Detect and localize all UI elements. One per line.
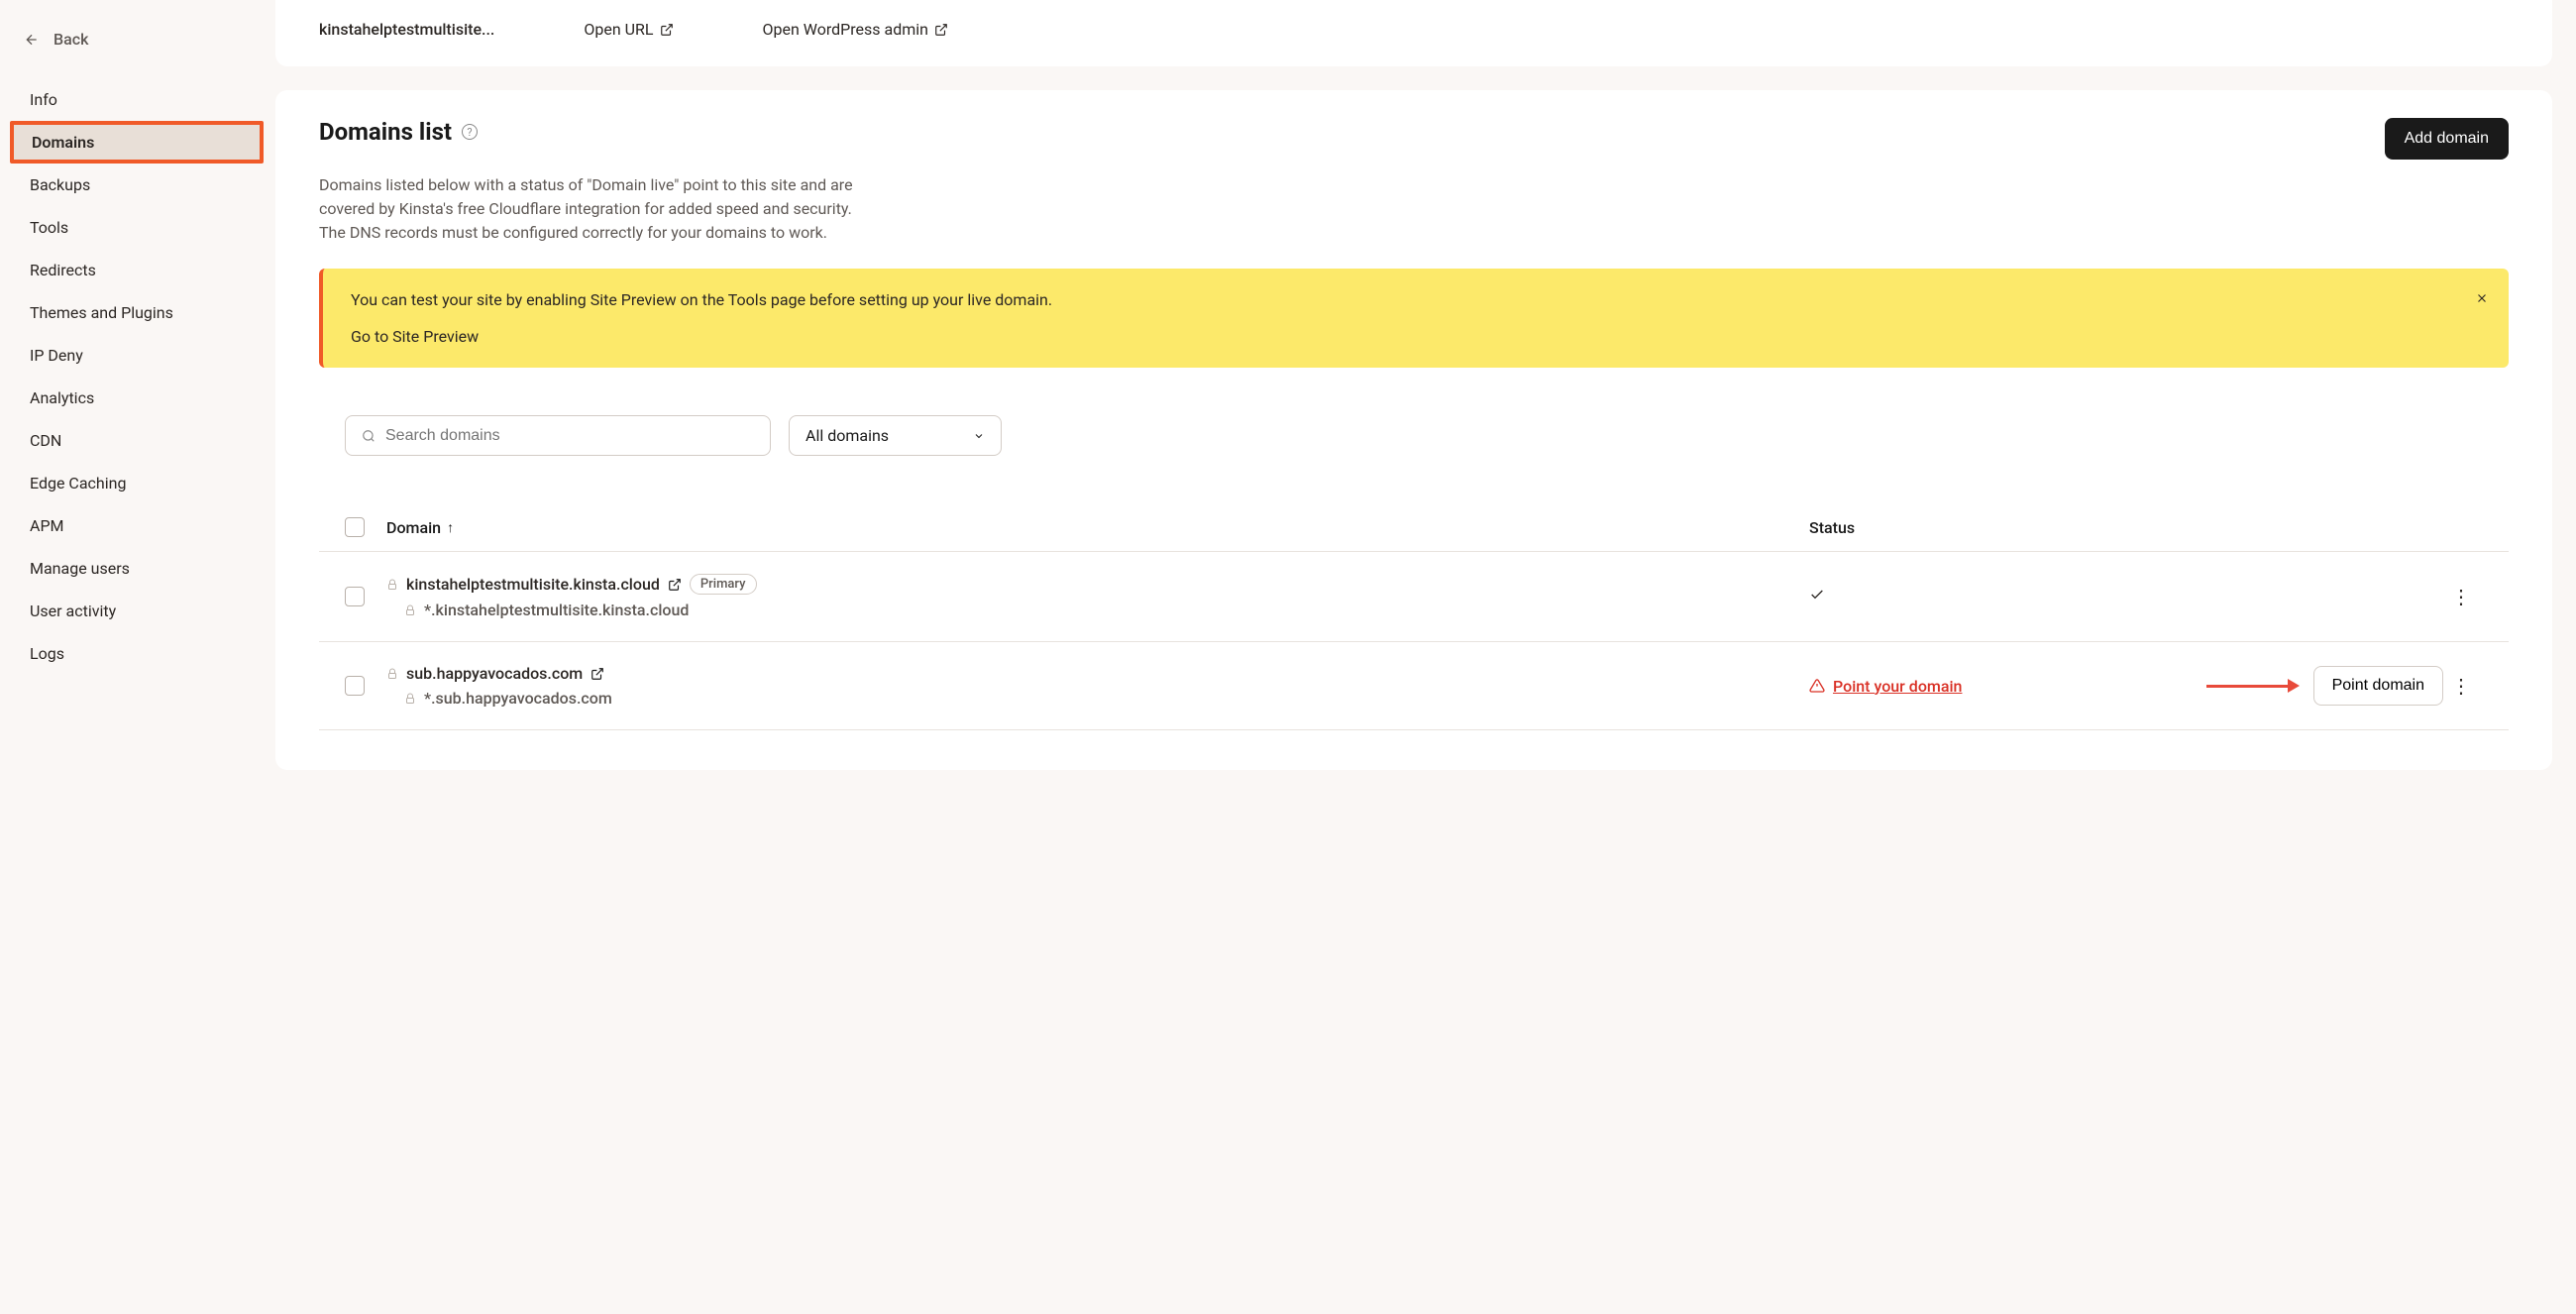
point-domain-link[interactable]: Point your domain: [1833, 677, 1962, 696]
lock-icon: [386, 668, 398, 680]
lock-icon: [404, 693, 416, 705]
nav-item-domains[interactable]: Domains: [10, 121, 264, 164]
open-admin-label: Open WordPress admin: [763, 20, 928, 39]
lock-icon: [404, 604, 416, 616]
content-card: Domains list ? Add domain Domains listed…: [275, 90, 2552, 770]
open-url-link[interactable]: Open URL: [584, 20, 673, 39]
nav-item-manage-users[interactable]: Manage users: [0, 547, 275, 590]
table-row: kinstahelptestmultisite.kinsta.cloud Pri…: [319, 552, 2509, 642]
top-bar: kinstahelptestmultisite... Open URL Open…: [275, 0, 2552, 66]
back-label: Back: [54, 30, 88, 49]
external-link-icon: [660, 23, 674, 37]
nav-item-info[interactable]: Info: [0, 78, 275, 121]
table-header: Domain ↑ Status: [319, 503, 2509, 552]
row-menu-button[interactable]: ⋮: [2443, 670, 2479, 703]
lock-icon: [386, 579, 398, 591]
controls-row: All domains: [345, 415, 2509, 456]
add-domain-button[interactable]: Add domain: [2385, 118, 2509, 160]
warning-icon: [1809, 678, 1825, 694]
open-wp-admin-link[interactable]: Open WordPress admin: [763, 20, 948, 39]
main-content: kinstahelptestmultisite... Open URL Open…: [275, 0, 2576, 1314]
col-domain-header[interactable]: Domain ↑: [386, 518, 1809, 537]
sidebar: Back Info Domains Backups Tools Redirect…: [0, 0, 275, 1314]
row-menu-button[interactable]: ⋮: [2443, 581, 2479, 613]
table-row: sub.happyavocados.com *.sub.happyavocado…: [319, 642, 2509, 730]
search-box[interactable]: [345, 415, 771, 456]
back-button[interactable]: Back: [0, 20, 275, 58]
header-row: Domains list ? Add domain: [319, 118, 2509, 160]
arrow-left-icon: [24, 32, 40, 48]
nav-item-cdn[interactable]: CDN: [0, 419, 275, 462]
site-name: kinstahelptestmultisite...: [319, 20, 494, 39]
primary-badge: Primary: [690, 574, 757, 595]
row-checkbox[interactable]: [345, 676, 365, 696]
wildcard-domain: *.sub.happyavocados.com: [424, 689, 612, 708]
close-icon: [2475, 291, 2489, 305]
alert-text: You can test your site by enabling Site …: [351, 290, 2481, 309]
row-checkbox[interactable]: [345, 587, 365, 606]
search-input[interactable]: [385, 427, 754, 445]
annotation-arrow: [2206, 679, 2300, 693]
help-icon[interactable]: ?: [462, 124, 478, 140]
page-title: Domains list: [319, 118, 452, 146]
filter-label: All domains: [805, 426, 889, 445]
open-url-label: Open URL: [584, 20, 653, 39]
point-domain-button[interactable]: Point domain: [2313, 666, 2443, 706]
external-link-icon[interactable]: [668, 578, 682, 592]
nav-item-ip-deny[interactable]: IP Deny: [0, 334, 275, 377]
domain-name[interactable]: kinstahelptestmultisite.kinsta.cloud: [406, 575, 660, 594]
external-link-icon[interactable]: [590, 667, 604, 681]
alert-link[interactable]: Go to Site Preview: [351, 327, 479, 346]
nav-item-themes-plugins[interactable]: Themes and Plugins: [0, 291, 275, 334]
nav-list: Info Domains Backups Tools Redirects The…: [0, 78, 275, 675]
chevron-down-icon: [973, 430, 985, 442]
search-icon: [362, 429, 376, 443]
nav-item-edge-caching[interactable]: Edge Caching: [0, 462, 275, 504]
col-status-header: Status: [1809, 518, 2186, 537]
select-all-checkbox[interactable]: [345, 517, 365, 537]
nav-item-backups[interactable]: Backups: [0, 164, 275, 206]
nav-item-user-activity[interactable]: User activity: [0, 590, 275, 632]
nav-item-analytics[interactable]: Analytics: [0, 377, 275, 419]
site-preview-alert: You can test your site by enabling Site …: [319, 269, 2509, 368]
nav-item-redirects[interactable]: Redirects: [0, 249, 275, 291]
check-icon: [1809, 587, 1825, 602]
alert-close-button[interactable]: [2475, 288, 2489, 311]
domain-name[interactable]: sub.happyavocados.com: [406, 664, 583, 683]
filter-select[interactable]: All domains: [789, 415, 1002, 456]
external-link-icon: [934, 23, 948, 37]
nav-item-tools[interactable]: Tools: [0, 206, 275, 249]
nav-item-apm[interactable]: APM: [0, 504, 275, 547]
sort-arrow-up-icon: ↑: [447, 519, 454, 536]
wildcard-domain: *.kinstahelptestmultisite.kinsta.cloud: [424, 601, 689, 619]
page-description: Domains listed below with a status of "D…: [319, 173, 874, 245]
domains-table: Domain ↑ Status kin: [319, 503, 2509, 730]
nav-item-logs[interactable]: Logs: [0, 632, 275, 675]
